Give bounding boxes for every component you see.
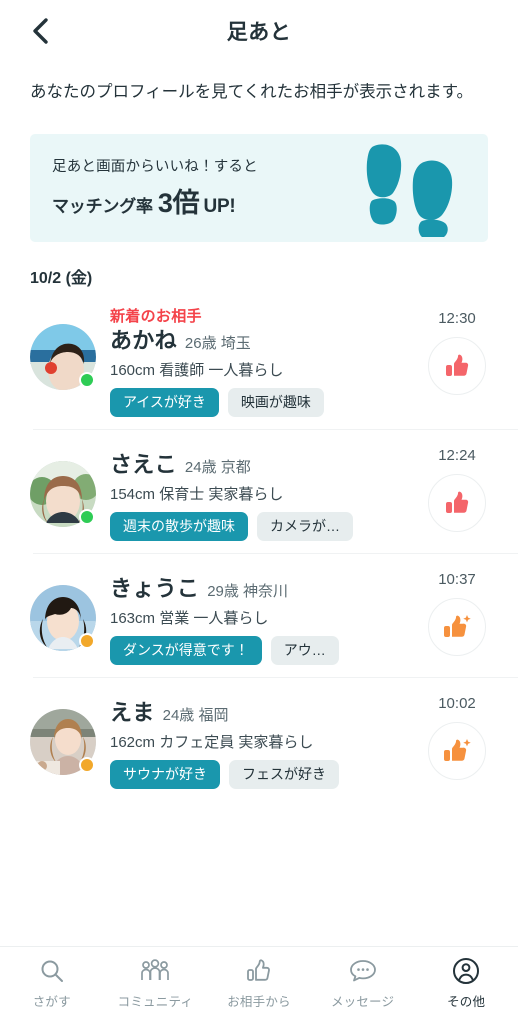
visitor-actions: 12:30: [416, 306, 498, 395]
visitor-name: えま: [110, 700, 155, 726]
visit-time: 10:37: [438, 571, 476, 589]
visitor-tags: サウナが好き フェスが好き: [110, 759, 416, 790]
visitor-age-area: 26歳 埼玉: [184, 335, 251, 353]
chat-bubble-icon: [349, 956, 377, 986]
avatar[interactable]: [30, 323, 96, 390]
thumbs-up-sparkle-icon: [444, 739, 471, 762]
visitor-tag[interactable]: 映画が趣味: [227, 387, 324, 418]
nav-item-community[interactable]: コミュニティ: [104, 956, 208, 1010]
bottom-navigation: さがす コミュニティ お相手から メッセージ その他: [0, 946, 518, 1024]
visitor-name-line: えま 24歳 福岡: [110, 699, 416, 728]
visitor-list: 新着のお相手 あかね 26歳 埼玉 160cm 看護師 一人暮らし アイスが好き…: [0, 292, 518, 802]
visitor-actions: 10:37: [416, 567, 498, 657]
promo-banner-line1: 足あと画面からいいね！すると: [52, 159, 258, 176]
visitor-name: さえこ: [110, 452, 177, 478]
avatar[interactable]: [30, 461, 96, 528]
nav-label: コミュニティ: [117, 995, 194, 1009]
search-icon: [39, 956, 65, 986]
visitor-tag[interactable]: アイスが好き: [110, 387, 219, 418]
visitor-info: さえこ 24歳 京都 154cm 保育士 実家暮らし 週末の散歩が趣味 カメラが…: [96, 443, 416, 542]
status-dot: [79, 509, 95, 526]
visitor-list-scroll[interactable]: 新着のお相手 あかね 26歳 埼玉 160cm 看護師 一人暮らし アイスが好き…: [0, 292, 518, 958]
visitor-tag[interactable]: ダンスが得意です！: [110, 635, 262, 666]
promo-banner[interactable]: 足あと画面からいいね！すると マッチング率 3倍 UP!: [30, 133, 488, 242]
visitor-tag[interactable]: 週末の散歩が趣味: [110, 511, 248, 542]
visitor-tags: アイスが好き 映画が趣味: [110, 387, 416, 418]
chevron-left-icon: [33, 18, 48, 44]
new-visitor-badge: 新着のお相手: [110, 307, 202, 325]
thumbs-up-outline-icon: [245, 956, 273, 986]
visitor-meta: 163cm 営業 一人暮らし: [110, 609, 269, 627]
promo-banner-multiplier: 3倍: [157, 188, 200, 219]
status-dot: [79, 633, 95, 650]
nav-label: その他: [447, 995, 486, 1009]
back-button[interactable]: [12, 3, 68, 59]
visitor-actions: 12:24: [416, 443, 498, 533]
visitor-meta: 160cm 看護師 一人暮らし: [110, 361, 284, 379]
date-divider-label: 10/2 (金): [30, 269, 93, 287]
thumbs-up-sparkle-icon: [444, 615, 471, 638]
list-item[interactable]: 新着のお相手 あかね 26歳 埼玉 160cm 看護師 一人暮らし アイスが好き…: [0, 292, 518, 430]
visitor-actions: 10:02: [416, 691, 498, 781]
list-item[interactable]: えま 24歳 福岡 162cm カフェ定員 実家暮らし サウナが好き フェスが好…: [0, 677, 518, 801]
list-item[interactable]: さえこ 24歳 京都 154cm 保育士 実家暮らし 週末の散歩が趣味 カメラが…: [0, 429, 518, 553]
visitor-tag[interactable]: カメラが…: [257, 511, 353, 542]
status-dot: [79, 757, 95, 774]
promo-banner-line2: マッチング率 3倍 UP!: [52, 181, 356, 220]
nav-item-more[interactable]: その他: [414, 956, 518, 1010]
promo-banner-label: マッチング率: [52, 197, 153, 217]
like-button[interactable]: [428, 336, 486, 395]
page-title: 足あと: [226, 21, 292, 44]
people-group-icon: [140, 956, 170, 986]
visit-time: 12:24: [438, 447, 476, 465]
visitor-tag[interactable]: アウ…: [270, 635, 339, 666]
nav-label: さがす: [32, 995, 71, 1009]
status-dot: [79, 371, 95, 388]
promo-banner-up: UP!: [203, 196, 236, 218]
thumbs-up-icon: [446, 491, 469, 514]
visitor-meta: 154cm 保育士 実家暮らし: [110, 485, 284, 503]
thumbs-up-icon: [446, 354, 469, 376]
app-header: 足あと: [0, 0, 518, 62]
account-circle-icon: [452, 956, 480, 986]
visitor-info: 新着のお相手 あかね 26歳 埼玉 160cm 看護師 一人暮らし アイスが好き…: [96, 306, 416, 418]
like-button[interactable]: [428, 474, 486, 533]
visitor-info: えま 24歳 福岡 162cm カフェ定員 実家暮らし サウナが好き フェスが好…: [96, 691, 416, 790]
visit-time: 10:02: [438, 695, 476, 713]
visitor-name-line: あかね 26歳 埼玉: [110, 327, 416, 356]
nav-label: お相手から: [227, 995, 291, 1009]
visitor-meta: 162cm カフェ定員 実家暮らし: [110, 733, 314, 751]
visitor-age-area: 29歳 神奈川: [207, 583, 289, 601]
footprints-icon: [356, 138, 466, 238]
nav-label: メッセージ: [330, 995, 395, 1009]
promo-banner-text: 足あと画面からいいね！すると マッチング率 3倍 UP!: [52, 155, 356, 220]
visitor-tags: ダンスが得意です！ アウ…: [110, 635, 416, 666]
visitor-tag[interactable]: サウナが好き: [110, 759, 220, 790]
visitor-age-area: 24歳 福岡: [162, 707, 229, 725]
list-item[interactable]: きょうこ 29歳 神奈川 163cm 営業 一人暮らし ダンスが得意です！ アウ…: [0, 553, 518, 677]
visitor-info: きょうこ 29歳 神奈川 163cm 営業 一人暮らし ダンスが得意です！ アウ…: [96, 567, 416, 666]
visit-time: 12:30: [438, 309, 476, 327]
visitor-name: きょうこ: [110, 576, 200, 602]
avatar[interactable]: [30, 709, 96, 776]
avatar[interactable]: [30, 585, 96, 652]
like-button[interactable]: [428, 598, 486, 657]
visitor-name: あかね: [110, 328, 177, 354]
visitor-tag[interactable]: フェスが好き: [229, 759, 339, 790]
visitor-tags: 週末の散歩が趣味 カメラが…: [110, 511, 416, 542]
page-description: あなたのプロフィールを見てくれたお相手が表示されます。: [30, 83, 474, 101]
nav-item-messages[interactable]: メッセージ: [311, 956, 415, 1010]
like-button[interactable]: [428, 722, 486, 781]
nav-item-search[interactable]: さがす: [0, 956, 104, 1010]
visitor-name-line: きょうこ 29歳 神奈川: [110, 575, 416, 604]
nav-item-from-partner[interactable]: お相手から: [207, 956, 311, 1010]
visitor-name-line: さえこ 24歳 京都: [110, 451, 416, 480]
visitor-age-area: 24歳 京都: [184, 459, 251, 477]
